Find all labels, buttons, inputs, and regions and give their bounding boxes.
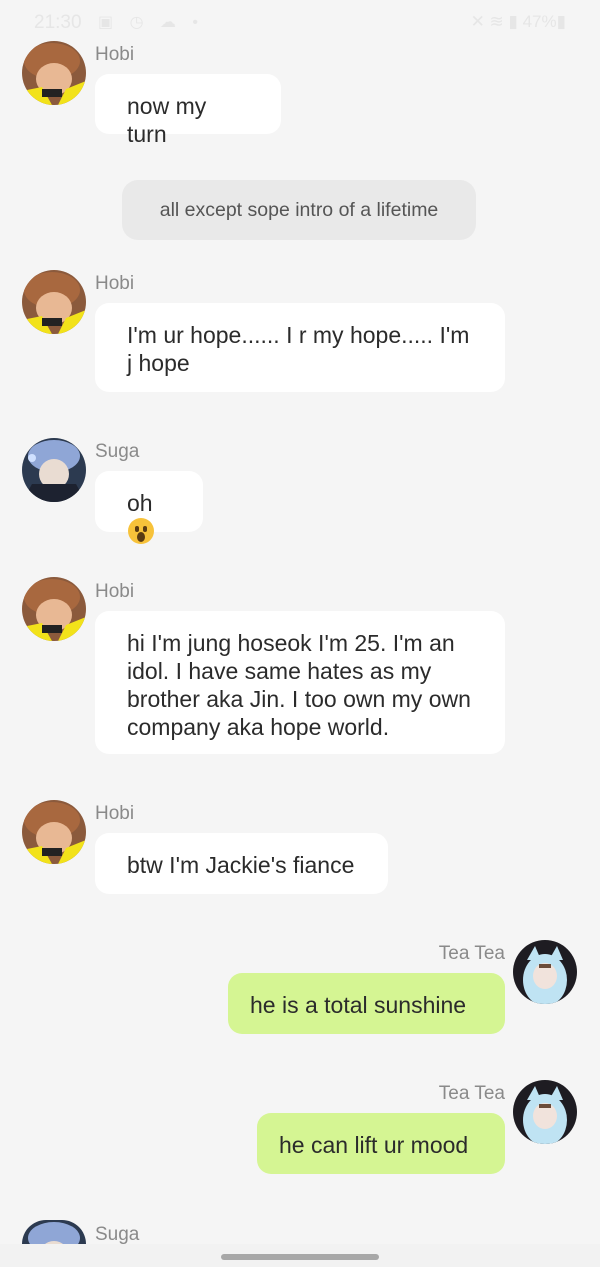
message-text: oh bbox=[127, 490, 153, 516]
sender-name: Hobi bbox=[95, 273, 135, 294]
teatea-avatar-icon bbox=[513, 940, 577, 1004]
home-indicator[interactable] bbox=[221, 1254, 379, 1260]
message-bubble-outgoing[interactable]: he can lift ur mood bbox=[257, 1113, 505, 1174]
message-text: now my turn bbox=[127, 93, 207, 147]
avatar-teatea[interactable] bbox=[513, 1080, 577, 1144]
status-time: 21:30 bbox=[34, 12, 82, 33]
sender-name: Suga bbox=[95, 1224, 140, 1245]
message-bubble-outgoing[interactable]: he is a total sunshine bbox=[228, 973, 505, 1034]
avatar-suga[interactable] bbox=[22, 1220, 86, 1244]
hobi-avatar-icon bbox=[22, 41, 86, 105]
message-text: he can lift ur mood bbox=[279, 1132, 469, 1158]
message-bubble[interactable]: now my turn bbox=[95, 74, 281, 147]
sender-name: Tea Tea bbox=[438, 943, 505, 964]
avatar-hobi[interactable] bbox=[22, 800, 86, 864]
suga-avatar-icon bbox=[22, 438, 86, 502]
sender-name: Hobi bbox=[95, 44, 135, 65]
message-bubble[interactable]: oh bbox=[95, 471, 203, 544]
avatar-teatea[interactable] bbox=[513, 940, 577, 1004]
avatar-hobi[interactable] bbox=[22, 577, 86, 641]
avatar-hobi[interactable] bbox=[22, 41, 86, 105]
sender-name: Hobi bbox=[95, 581, 135, 602]
system-icons: ✕ ≋ ▮ 47%▮ bbox=[470, 12, 566, 31]
message-text: hi I'm jung hoseok I'm 25. I'm an idol. … bbox=[127, 630, 471, 740]
message-text: I'm ur hope...... I r my hope..... I'm j… bbox=[127, 322, 470, 376]
message-bubble[interactable]: hi I'm jung hoseok I'm 25. I'm an idol. … bbox=[95, 611, 505, 754]
hobi-avatar-icon bbox=[22, 270, 86, 334]
sender-name: Tea Tea bbox=[438, 1083, 505, 1104]
teatea-avatar-icon bbox=[513, 1080, 577, 1144]
message-text: he is a total sunshine bbox=[250, 992, 467, 1018]
message-text: btw I'm Jackie's fiance bbox=[127, 852, 355, 878]
hobi-avatar-icon bbox=[22, 800, 86, 864]
avatar-suga[interactable] bbox=[22, 438, 86, 502]
status-bar: 21:30 ▣ ◷ ☁ • ✕ ≋ ▮ 47%▮ bbox=[0, 0, 600, 44]
suga-avatar-icon bbox=[22, 1220, 86, 1244]
system-message: all except sope intro of a lifetime bbox=[122, 180, 476, 240]
avatar-hobi[interactable] bbox=[22, 270, 86, 334]
message-bubble[interactable]: I'm ur hope...... I r my hope..... I'm j… bbox=[95, 303, 505, 392]
hobi-avatar-icon bbox=[22, 577, 86, 641]
navigation-bar bbox=[0, 1244, 600, 1267]
sender-name: Suga bbox=[95, 441, 140, 462]
sender-name: Hobi bbox=[95, 803, 135, 824]
surprised-emoji-icon bbox=[128, 518, 154, 544]
message-bubble[interactable]: btw I'm Jackie's fiance bbox=[95, 833, 388, 894]
system-message-text: all except sope intro of a lifetime bbox=[159, 199, 439, 221]
notification-icons: ▣ ◷ ☁ • bbox=[98, 14, 205, 31]
